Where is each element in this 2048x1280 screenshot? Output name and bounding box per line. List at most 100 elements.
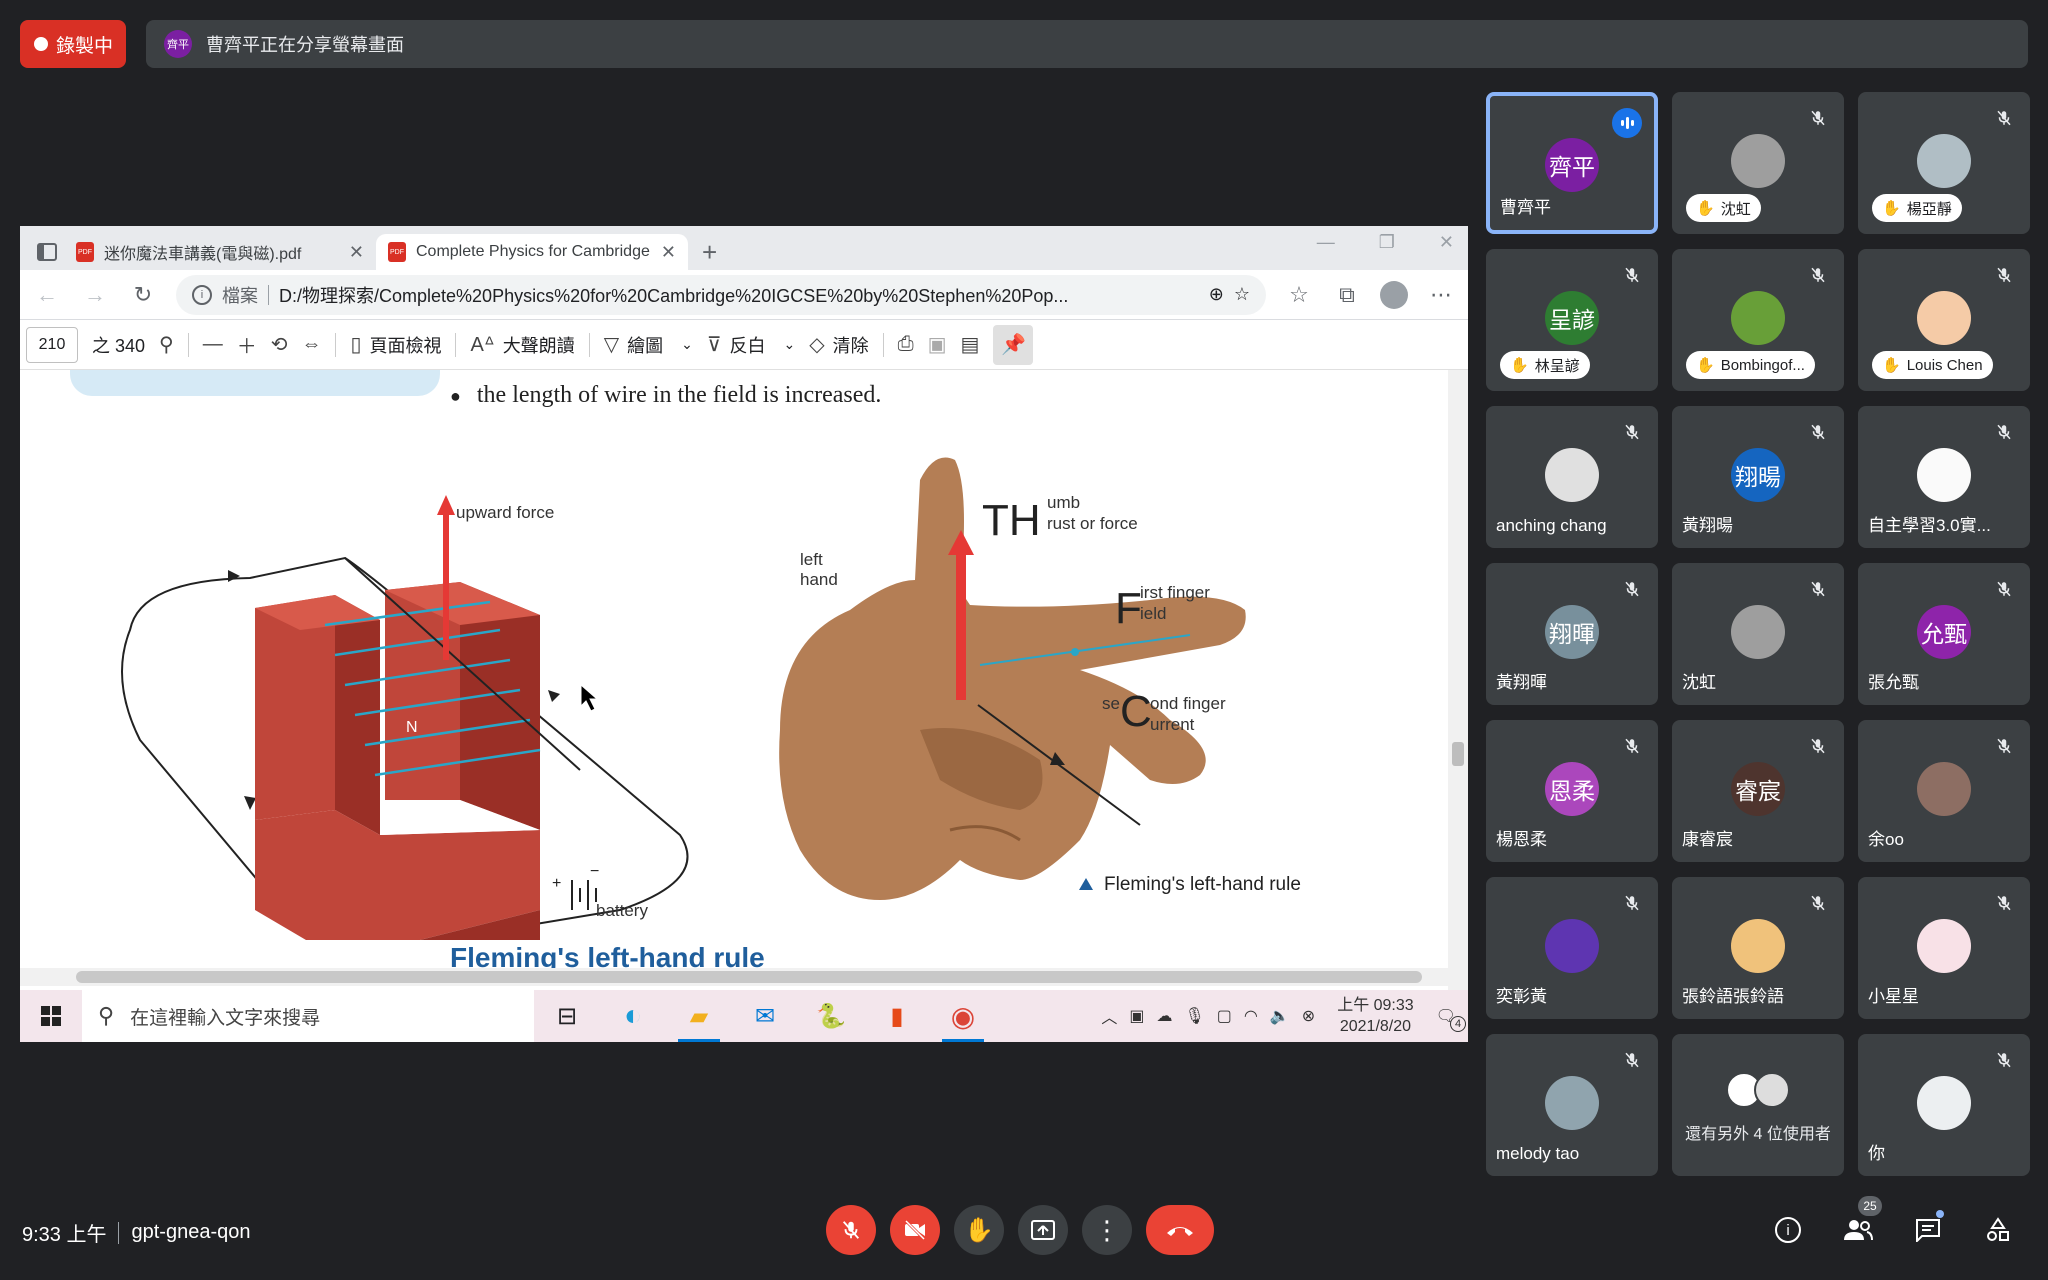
restore-icon[interactable]: ❐ bbox=[1379, 232, 1395, 253]
add-favorite-icon[interactable]: ☆ bbox=[1234, 284, 1250, 305]
participant-tile[interactable]: anching chang bbox=[1486, 406, 1658, 548]
page-number-input[interactable]: 210 bbox=[26, 326, 78, 363]
forward-arrow-icon[interactable]: → bbox=[80, 282, 110, 308]
participant-tile[interactable]: 呈諺 ✋ 林呈諺 bbox=[1486, 249, 1658, 391]
chevron-down-icon[interactable]: ⌄ bbox=[783, 336, 795, 353]
collections-icon[interactable]: ⧉ bbox=[1332, 282, 1362, 308]
raise-hand-button[interactable]: ✋ bbox=[954, 1205, 1004, 1255]
participant-tile[interactable]: 張鈴語張鈴語 bbox=[1672, 877, 1844, 1019]
chrome-icon[interactable]: ◉ bbox=[930, 990, 996, 1042]
taskbar-search-input[interactable]: ⚲ 在這裡輸入文字來搜尋 bbox=[82, 990, 534, 1042]
eraser-icon: ◇ bbox=[809, 334, 825, 356]
onedrive-icon[interactable]: ☁ bbox=[1156, 1006, 1172, 1026]
zoom-in-icon[interactable]: ＋ bbox=[237, 330, 257, 359]
scroll-thumb[interactable] bbox=[1452, 742, 1464, 766]
participant-tile[interactable]: 自主學習3.0實... bbox=[1858, 406, 2030, 548]
vertical-scrollbar[interactable] bbox=[1448, 370, 1468, 1000]
more-menu-icon[interactable]: ⋯ bbox=[1426, 282, 1456, 308]
participant-tile[interactable]: 奕彰黃 bbox=[1486, 877, 1658, 1019]
participant-tile[interactable]: 齊平 曹齊平 bbox=[1486, 92, 1658, 234]
url-field[interactable]: i 檔案 D:/物理探索/Complete%20Physics%20for%20… bbox=[176, 274, 1266, 315]
close-window-icon[interactable]: ✕ bbox=[1439, 232, 1454, 253]
file-explorer-icon[interactable]: ▰ bbox=[666, 990, 732, 1042]
reload-icon[interactable]: ↻ bbox=[128, 282, 158, 308]
erase-button[interactable]: ◇ 清除 bbox=[809, 332, 868, 358]
tab-physics-pdf[interactable]: PDF Complete Physics for Cambridge ✕ bbox=[376, 234, 688, 270]
camera-off-button[interactable] bbox=[890, 1205, 940, 1255]
participant-tile[interactable]: ✋ Louis Chen bbox=[1858, 249, 2030, 391]
participant-tile[interactable]: 允甄 張允甄 bbox=[1858, 563, 2030, 705]
save-icon[interactable]: ▣ bbox=[928, 332, 947, 357]
microphone-off-button[interactable] bbox=[826, 1205, 876, 1255]
new-tab-button[interactable]: + bbox=[688, 234, 731, 270]
profile-avatar[interactable] bbox=[1380, 280, 1408, 309]
back-arrow-icon[interactable]: ← bbox=[32, 282, 62, 308]
zoom-out-icon[interactable]: — bbox=[203, 333, 223, 356]
python-app-icon[interactable]: 🐍 bbox=[798, 990, 864, 1042]
page-view-button[interactable]: ▯ 頁面檢視 bbox=[350, 332, 441, 358]
task-view-icon[interactable]: ⊟ bbox=[534, 990, 600, 1042]
pdf-toolbar: 210 之 340 ⚲ — ＋ ⟲ ⇔ ▯ 頁面檢視 Aᐞ 大聲朗讀 ▽ 繪圖 ⌄ ⊽ 反… bbox=[20, 320, 1468, 370]
participant-tile[interactable]: 沈虹 bbox=[1672, 563, 1844, 705]
tray-display-icon[interactable]: ▢ bbox=[1217, 1006, 1232, 1026]
tab-lecture-pdf[interactable]: PDF 迷你魔法車講義(電與磁).pdf ✕ bbox=[64, 234, 376, 270]
leave-call-button[interactable] bbox=[1146, 1205, 1214, 1255]
highlight-icon: ⊽ bbox=[706, 334, 722, 356]
search-icon[interactable]: ⚲ bbox=[159, 332, 174, 357]
microphone-icon[interactable]: 🎙 bbox=[1184, 1006, 1204, 1026]
present-screen-button[interactable] bbox=[1018, 1205, 1068, 1255]
participant-tile[interactable]: ✋ 沈虹 bbox=[1672, 92, 1844, 234]
windows-start-icon[interactable] bbox=[20, 1006, 82, 1026]
volume-icon[interactable]: 🔈 bbox=[1270, 1006, 1290, 1026]
draw-button[interactable]: ▽ 繪圖 ⌄ bbox=[604, 332, 693, 358]
participant-tile[interactable]: 你 bbox=[1858, 1034, 2030, 1176]
tray-app-icon[interactable]: ▣ bbox=[1129, 1006, 1144, 1026]
mail-icon[interactable]: ✉ bbox=[732, 990, 798, 1042]
more-participants-tile[interactable]: 還有另外 4 位使用者 bbox=[1672, 1034, 1844, 1176]
minimize-icon[interactable]: — bbox=[1317, 232, 1335, 253]
participant-tile[interactable]: melody tao bbox=[1486, 1034, 1658, 1176]
scroll-thumb[interactable] bbox=[76, 971, 1422, 983]
save-as-icon[interactable]: ▤ bbox=[960, 332, 979, 357]
participant-tile[interactable]: 小星星 bbox=[1858, 877, 2030, 1019]
chevron-up-icon[interactable]: ︿ bbox=[1101, 1004, 1117, 1028]
chat-button[interactable] bbox=[1908, 1210, 1948, 1250]
recording-indicator[interactable]: 錄製中 bbox=[20, 20, 126, 68]
mic-off-icon bbox=[1806, 420, 1830, 444]
mic-off-icon bbox=[1806, 891, 1830, 915]
avatar bbox=[1917, 919, 1971, 973]
participant-tile[interactable]: 睿宸 康睿宸 bbox=[1672, 720, 1844, 862]
participant-tile[interactable]: ✋ 楊亞靜 bbox=[1858, 92, 2030, 234]
read-aloud-button[interactable]: Aᐞ 大聲朗讀 bbox=[470, 332, 574, 358]
more-options-button[interactable]: ⋮ bbox=[1082, 1205, 1132, 1255]
edge-browser-icon[interactable]: ◐ bbox=[600, 990, 666, 1042]
no-network-icon[interactable]: ⊗ bbox=[1302, 1006, 1315, 1026]
meeting-info: 9:33 上午 gpt-gnea-qon bbox=[22, 1218, 250, 1247]
mic-off-icon bbox=[1992, 1048, 2016, 1072]
highlight-button[interactable]: ⊽ 反白 ⌄ bbox=[707, 332, 795, 358]
horizontal-scrollbar[interactable] bbox=[20, 968, 1448, 986]
rotate-icon[interactable]: ⟲ bbox=[271, 332, 288, 357]
participant-tile[interactable]: 余oo bbox=[1858, 720, 2030, 862]
info-icon[interactable]: i bbox=[192, 284, 212, 305]
close-icon[interactable]: ✕ bbox=[349, 242, 364, 263]
activities-button[interactable] bbox=[1978, 1210, 2018, 1250]
participant-tile[interactable]: ✋ Bombingof... bbox=[1672, 249, 1844, 391]
zoom-icon[interactable]: ⊕ bbox=[1209, 284, 1224, 305]
fit-page-icon[interactable]: ⇔ bbox=[301, 333, 321, 356]
notification-center-icon[interactable]: 🗨 4 bbox=[1436, 1006, 1466, 1032]
people-button[interactable]: 25 bbox=[1838, 1196, 1882, 1250]
taskbar-clock[interactable]: 上午 09:33 2021/8/20 bbox=[1337, 995, 1414, 1037]
participant-tile[interactable]: 翔暘 黃翔暘 bbox=[1672, 406, 1844, 548]
participant-tile[interactable]: 恩柔 楊恩柔 bbox=[1486, 720, 1658, 862]
favorites-icon[interactable]: ☆ bbox=[1284, 282, 1314, 308]
wifi-icon[interactable]: ◠ bbox=[1244, 1006, 1258, 1026]
meeting-details-button[interactable]: i bbox=[1768, 1210, 1808, 1250]
tab-actions-icon[interactable] bbox=[30, 234, 64, 270]
office-icon[interactable]: ▮ bbox=[864, 990, 930, 1042]
pin-toolbar-button[interactable]: 📌 bbox=[993, 324, 1034, 365]
close-icon[interactable]: ✕ bbox=[661, 242, 676, 263]
participant-tile[interactable]: 翔暉 黃翔暉 bbox=[1486, 563, 1658, 705]
chevron-down-icon[interactable]: ⌄ bbox=[681, 336, 693, 353]
print-icon[interactable]: ⎙ bbox=[898, 333, 914, 356]
